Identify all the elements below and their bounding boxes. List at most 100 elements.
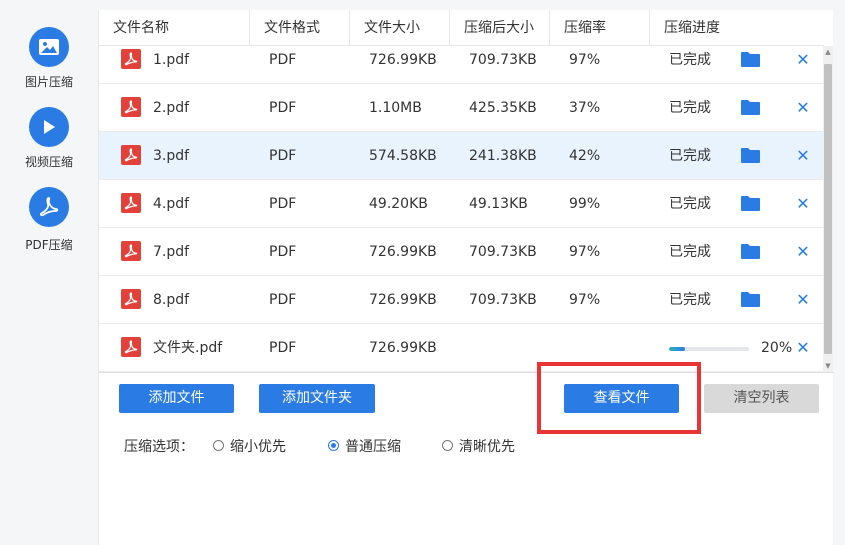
main-panel: 文件名称 文件格式 文件大小 压缩后大小 压缩率 压缩进度 1.pdf PDF … xyxy=(98,10,834,545)
file-size: 726.99KB xyxy=(369,52,437,68)
folder-icon[interactable] xyxy=(741,148,760,163)
radio-clarity-priority-label[interactable]: 清晰优先 xyxy=(459,436,515,456)
file-list: 1.pdf PDF 726.99KB 709.73KB 97% 已完成 ✕ 2.… xyxy=(99,46,823,372)
radio-smaller-priority-label[interactable]: 缩小优先 xyxy=(230,436,286,456)
table-row[interactable]: 8.pdf PDF 726.99KB 709.73KB 97% 已完成 ✕ xyxy=(99,276,823,324)
compression-rate: 97% xyxy=(569,292,601,308)
pdf-file-icon xyxy=(121,145,141,165)
file-name: 3.pdf xyxy=(153,148,190,164)
options-title: 压缩选项： xyxy=(124,439,194,455)
table-row[interactable]: 4.pdf PDF 49.20KB 49.13KB 99% 已完成 ✕ xyxy=(99,180,823,228)
folder-icon[interactable] xyxy=(741,100,760,115)
file-format: PDF xyxy=(269,292,297,308)
file-size: 49.20KB xyxy=(369,196,428,212)
add-folder-button[interactable]: 添加文件夹 xyxy=(259,384,375,413)
file-name: 4.pdf xyxy=(153,196,190,212)
compressed-size: 709.73KB xyxy=(469,52,537,68)
progress-percent: 20% xyxy=(761,340,793,356)
pdf-icon xyxy=(29,187,69,227)
pdf-file-icon xyxy=(121,49,141,69)
file-size: 726.99KB xyxy=(369,244,437,260)
compression-status: 已完成 xyxy=(669,292,711,308)
radio-normal-compress-label[interactable]: 普通压缩 xyxy=(345,436,401,456)
compression-rate: 37% xyxy=(569,100,601,116)
compressed-size: 709.73KB xyxy=(469,244,537,260)
folder-icon[interactable] xyxy=(741,292,760,307)
compression-progress-bar xyxy=(669,347,749,351)
compression-rate: 97% xyxy=(569,52,601,68)
compression-status: 已完成 xyxy=(669,100,711,116)
close-icon[interactable]: ✕ xyxy=(796,242,810,262)
header-file-size[interactable]: 文件大小 xyxy=(350,10,450,46)
progress-fill xyxy=(669,347,685,351)
scroll-up-arrow-icon[interactable]: ▲ xyxy=(823,46,833,58)
table-row[interactable]: 文件夹.pdf PDF 726.99KB 20% ✕ xyxy=(99,324,823,372)
close-icon[interactable]: ✕ xyxy=(796,194,810,214)
nav-image-compress-label: 图片压缩 xyxy=(24,75,73,89)
nav-pdf-compress-label: PDF压缩 xyxy=(25,238,73,252)
sidebar: 图片压缩 视频压缩 PDF压缩 xyxy=(0,0,98,545)
compression-rate: 99% xyxy=(569,196,601,212)
header-compression-progress[interactable]: 压缩进度 xyxy=(650,10,824,46)
file-name: 文件夹.pdf xyxy=(153,340,223,356)
folder-icon[interactable] xyxy=(741,196,760,211)
radio-clarity-priority[interactable] xyxy=(442,440,453,451)
file-format: PDF xyxy=(269,340,297,356)
table-row[interactable]: 2.pdf PDF 1.10MB 425.35KB 37% 已完成 ✕ xyxy=(99,84,823,132)
file-format: PDF xyxy=(269,52,297,68)
pdf-file-icon xyxy=(121,97,141,117)
compressed-size: 709.73KB xyxy=(469,292,537,308)
header-file-name[interactable]: 文件名称 xyxy=(99,10,250,46)
compression-status: 已完成 xyxy=(669,52,711,68)
close-icon[interactable]: ✕ xyxy=(796,146,810,166)
file-format: PDF xyxy=(269,244,297,260)
file-size: 726.99KB xyxy=(369,292,437,308)
pdf-file-icon xyxy=(121,193,141,213)
compressed-size: 425.35KB xyxy=(469,100,537,116)
file-name: 1.pdf xyxy=(153,52,190,68)
compression-rate: 42% xyxy=(569,148,601,164)
close-icon[interactable]: ✕ xyxy=(796,50,810,70)
nav-video-compress[interactable]: 视频压缩 xyxy=(0,107,98,170)
radio-normal-compress[interactable] xyxy=(328,440,339,451)
compression-status: 已完成 xyxy=(669,244,711,260)
folder-icon[interactable] xyxy=(741,52,760,67)
close-icon[interactable]: ✕ xyxy=(796,338,810,358)
close-icon[interactable]: ✕ xyxy=(796,290,810,310)
table-row[interactable]: 7.pdf PDF 726.99KB 709.73KB 97% 已完成 ✕ xyxy=(99,228,823,276)
header-compression-rate[interactable]: 压缩率 xyxy=(550,10,650,46)
header-file-format[interactable]: 文件格式 xyxy=(250,10,350,46)
pdf-file-icon xyxy=(121,337,141,357)
nav-video-compress-label: 视频压缩 xyxy=(24,155,73,169)
pdf-file-icon xyxy=(121,241,141,261)
file-size: 726.99KB xyxy=(369,340,437,356)
table-header: 文件名称 文件格式 文件大小 压缩后大小 压缩率 压缩进度 xyxy=(99,10,824,46)
image-icon xyxy=(29,27,69,67)
radio-smaller-priority[interactable] xyxy=(213,440,224,451)
compressed-size: 241.38KB xyxy=(469,148,537,164)
view-files-button[interactable]: 查看文件 xyxy=(564,384,679,413)
play-icon xyxy=(29,107,69,147)
compression-rate: 97% xyxy=(569,244,601,260)
file-format: PDF xyxy=(269,100,297,116)
add-file-button[interactable]: 添加文件 xyxy=(119,384,234,413)
close-icon[interactable]: ✕ xyxy=(796,98,810,118)
file-format: PDF xyxy=(269,196,297,212)
vertical-scrollbar[interactable]: ▲ ▼ xyxy=(823,46,833,372)
compressed-size: 49.13KB xyxy=(469,196,528,212)
scroll-thumb[interactable] xyxy=(824,64,832,354)
table-row[interactable]: 1.pdf PDF 726.99KB 709.73KB 97% 已完成 ✕ xyxy=(99,46,823,84)
folder-icon[interactable] xyxy=(741,244,760,259)
file-name: 2.pdf xyxy=(153,100,190,116)
nav-pdf-compress[interactable]: PDF压缩 xyxy=(0,187,98,253)
file-name: 8.pdf xyxy=(153,292,190,308)
scroll-down-arrow-icon[interactable]: ▼ xyxy=(823,360,833,372)
compression-status: 已完成 xyxy=(669,196,711,212)
clear-list-button[interactable]: 清空列表 xyxy=(704,384,819,413)
file-size: 574.58KB xyxy=(369,148,437,164)
header-compressed-size[interactable]: 压缩后大小 xyxy=(450,10,550,46)
divider xyxy=(99,372,834,373)
table-row[interactable]: 3.pdf PDF 574.58KB 241.38KB 42% 已完成 ✕ xyxy=(99,132,823,180)
pdf-file-icon xyxy=(121,289,141,309)
nav-image-compress[interactable]: 图片压缩 xyxy=(0,27,98,90)
